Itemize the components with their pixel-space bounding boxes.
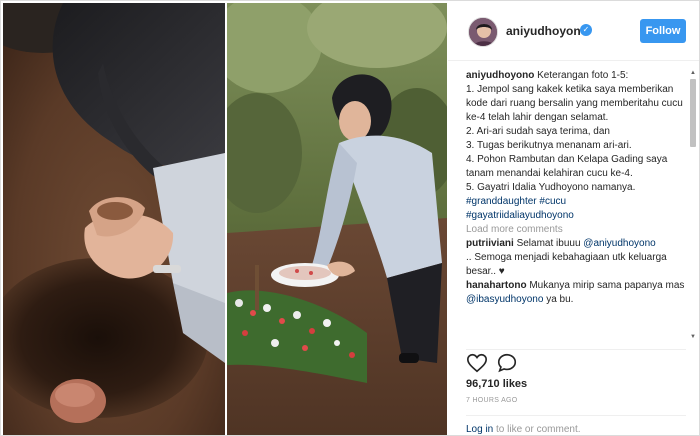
comment-username[interactable]: putriiviani	[466, 238, 514, 249]
avatar-image	[469, 18, 497, 46]
likes-count[interactable]: 96,710 likes	[466, 378, 527, 390]
photo-panel-planting	[227, 3, 447, 435]
scroll-down-arrow-icon[interactable]: ▼	[689, 333, 697, 341]
photo-hands-image	[3, 3, 225, 435]
login-link[interactable]: Log in	[466, 424, 493, 435]
post-sidebar: aniyudhoyono ✓ Follow aniyudhoyono Keter…	[448, 3, 699, 435]
photo-panel-hands	[3, 3, 225, 435]
avatar[interactable]	[468, 17, 498, 47]
post-photo[interactable]	[3, 3, 447, 435]
comments-scrollbar[interactable]: ▲ ▼	[689, 69, 697, 343]
heart-icon[interactable]	[466, 352, 488, 374]
photo-planting-image	[227, 3, 447, 435]
instagram-post-embed: aniyudhoyono ✓ Follow aniyudhoyono Keter…	[0, 0, 700, 436]
caption-text: Keterangan foto 1-5: 1. Jempol sang kake…	[466, 70, 683, 193]
comment-text-tail: .. Semoga menjadi kebahagiaan utk keluar…	[466, 252, 667, 277]
caption-username[interactable]: aniyudhoyono	[466, 70, 534, 81]
comment-icon[interactable]	[496, 352, 518, 374]
comment-item: putriiviani Selamat ibuuu @aniyudhoyono …	[466, 237, 686, 279]
post-caption: aniyudhoyono Keterangan foto 1-5: 1. Jem…	[466, 69, 686, 195]
post-timestamp[interactable]: 7 HOURS AGO	[466, 397, 518, 404]
caption-hashtags[interactable]: #granddaughter #cucu #gayatriidaliayudho…	[466, 195, 686, 223]
action-bar	[466, 349, 686, 373]
comment-text: Mukanya mirip sama papanya mas	[526, 280, 685, 291]
username-link[interactable]: aniyudhoyono	[506, 24, 588, 38]
comment-mention[interactable]: @aniyudhoyono	[583, 238, 655, 249]
comment-item: hanahartono Mukanya mirip sama papanya m…	[466, 279, 686, 307]
comments-section: aniyudhoyono Keterangan foto 1-5: 1. Jem…	[466, 69, 686, 343]
verified-badge-icon: ✓	[580, 24, 592, 36]
login-prompt-text: to like or comment.	[493, 424, 581, 435]
comment-text-tail: ya bu.	[543, 294, 574, 305]
scroll-up-arrow-icon[interactable]: ▲	[689, 69, 697, 77]
comment-mention[interactable]: @ibasyudhoyono	[466, 294, 543, 305]
login-prompt: Log in to like or comment.	[466, 415, 686, 435]
follow-button[interactable]: Follow	[640, 19, 686, 43]
load-more-comments-link[interactable]: Load more comments	[466, 223, 686, 237]
comment-text: Selamat ibuuu	[513, 238, 584, 249]
scrollbar-thumb[interactable]	[690, 79, 696, 147]
comment-username[interactable]: hanahartono	[466, 280, 527, 291]
post-header: aniyudhoyono ✓ Follow	[448, 3, 699, 61]
